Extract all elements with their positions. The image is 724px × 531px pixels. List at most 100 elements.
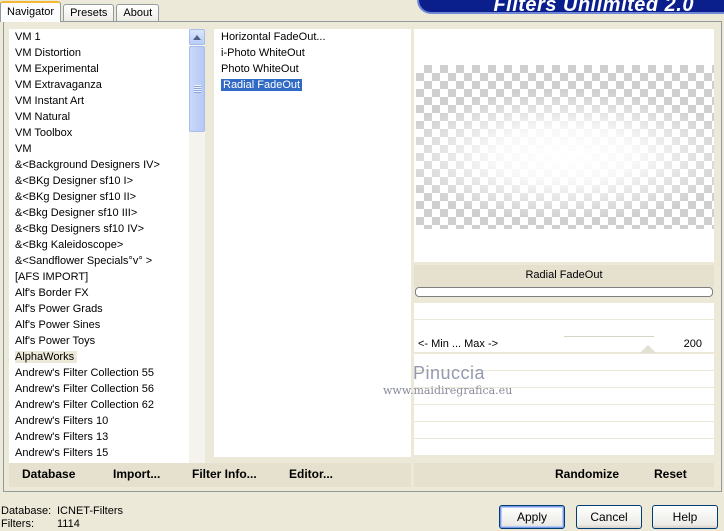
scroll-up-arrow-icon (193, 34, 201, 40)
filter-info-button[interactable]: Filter Info... (192, 467, 257, 481)
apply-button[interactable]: Apply (499, 505, 565, 529)
category-item[interactable]: VM 1 (9, 29, 189, 45)
category-item[interactable]: &<Background Designers IV> (9, 157, 189, 173)
category-item[interactable]: VM (9, 141, 189, 157)
category-item[interactable]: &<Sandflower Specials°v° > (9, 253, 189, 269)
category-item[interactable]: Andrew's Filters 10 (9, 413, 189, 429)
tab-presets[interactable]: Presets (63, 4, 115, 22)
category-item[interactable]: VM Experimental (9, 61, 189, 77)
slider-row-empty (414, 320, 714, 337)
category-item-label: &<Sandflower Specials°v° > (15, 255, 153, 267)
slider-track (564, 336, 654, 337)
category-item-label: VM (15, 143, 32, 155)
watermark-name: Pinuccia (413, 363, 486, 383)
category-item[interactable]: Andrew's Filter Collection 55 (9, 365, 189, 381)
filter-item[interactable]: Radial FadeOut (214, 77, 411, 93)
filter-item-label: Radial FadeOut (219, 78, 304, 92)
category-item[interactable]: Alf's Power Sines (9, 317, 189, 333)
category-item-label: &<Bkg Kaleidoscope> (15, 239, 124, 251)
category-item[interactable]: VM Natural (9, 109, 189, 125)
category-item-label: VM Experimental (15, 63, 99, 75)
status-filters-label: Filters: (1, 518, 34, 530)
filter-item-label: Photo WhiteOut (221, 63, 299, 75)
category-item-label: Alf's Border FX (15, 287, 89, 299)
status-database-label: Database: (1, 505, 52, 517)
category-item-label: &<BKg Designer sf10 I> (15, 175, 134, 187)
category-item[interactable]: Andrew's Filter Collection 56 (9, 381, 189, 397)
category-item[interactable]: Andrew's Filters 15 (9, 445, 189, 461)
category-item-label: Alf's Power Sines (15, 319, 101, 331)
category-item[interactable]: Alf's Power Grads (9, 301, 189, 317)
status-database-value: ICNET-Filters (57, 505, 123, 517)
category-item[interactable]: VM Extravaganza (9, 77, 189, 93)
tab-strip: Navigator Presets About (0, 0, 161, 22)
scroll-up-button[interactable] (189, 29, 205, 45)
slider-label: <- Min ... Max -> (418, 338, 499, 350)
category-item-label: &<Bkg Designers sf10 IV> (15, 223, 145, 235)
database-button[interactable]: Database (22, 467, 75, 481)
filter-item-label: Horizontal FadeOut... (221, 31, 326, 43)
category-scrollbar[interactable] (189, 29, 205, 484)
filter-item[interactable]: Horizontal FadeOut... (214, 29, 411, 45)
category-item[interactable]: VM Distortion (9, 45, 189, 61)
preview-image (416, 65, 714, 229)
help-button[interactable]: Help (652, 505, 718, 529)
slider-row-main[interactable]: <- Min ... Max -> 200 (414, 336, 714, 353)
category-item-label: Andrew's Filter Collection 55 (15, 367, 155, 379)
category-item[interactable]: Andrew's Filter Collection 62 (9, 397, 189, 413)
category-item[interactable]: &<Bkg Designer sf10 III> (9, 205, 189, 221)
category-item[interactable]: Andrew's Filters 13 (9, 429, 189, 445)
app-logo-text: Filters Unlimited 2.0 (493, 0, 694, 14)
tab-navigator[interactable]: Navigator (0, 1, 62, 22)
status-filters: Filters: 1114 (1, 518, 80, 530)
tab-about[interactable]: About (116, 4, 160, 22)
category-item[interactable]: VM Toolbox (9, 125, 189, 141)
category-item[interactable]: Alf's Power Toys (9, 333, 189, 349)
category-item-label: AlphaWorks (15, 351, 78, 363)
progress-bar (415, 287, 713, 297)
category-item[interactable]: AlphaWorks (9, 349, 189, 365)
slider-value: 200 (683, 338, 702, 350)
slider-thumb[interactable] (640, 345, 656, 353)
category-item[interactable]: [AFS IMPORT] (9, 269, 189, 285)
category-item-label: Alf's Power Toys (15, 335, 96, 347)
editor-button[interactable]: Editor... (289, 467, 333, 481)
category-item-label: Andrew's Filters 10 (15, 415, 109, 427)
slider-row-empty (414, 405, 714, 422)
category-item[interactable]: &<Bkg Kaleidoscope> (9, 237, 189, 253)
slider-row-empty (414, 439, 714, 456)
category-item[interactable]: &<BKg Designer sf10 I> (9, 173, 189, 189)
category-item-label: VM Instant Art (15, 95, 85, 107)
app-logo: Filters Unlimited 2.0 (417, 0, 724, 14)
navigator-panel: VM 1 VM Distortion VM Experimental VM Extra… (3, 21, 722, 492)
category-item-label: VM 1 (15, 31, 41, 43)
category-item-label: Andrew's Filter Collection 56 (15, 383, 155, 395)
slider-row-empty (414, 303, 714, 320)
randomize-button[interactable]: Randomize (555, 467, 619, 481)
filter-item[interactable]: Photo WhiteOut (214, 61, 411, 77)
cancel-button[interactable]: Cancel (576, 505, 642, 529)
filter-title: Radial FadeOut (414, 265, 714, 287)
category-item-label: Andrew's Filter Collection 62 (15, 399, 155, 411)
radial-fade-preview (416, 65, 714, 229)
category-item-label: [AFS IMPORT] (15, 271, 89, 283)
right-toolbar: Randomize Reset (414, 463, 714, 487)
category-item[interactable]: &<BKg Designer sf10 II> (9, 189, 189, 205)
filter-list[interactable]: Horizontal FadeOut... i-Photo WhiteOut Pho… (214, 29, 411, 457)
status-database: Database: ICNET-Filters (1, 505, 123, 517)
scroll-thumb[interactable] (189, 46, 205, 132)
category-item-label: VM Natural (15, 111, 71, 123)
category-item-label: &<Background Designers IV> (15, 159, 160, 171)
category-item[interactable]: Alf's Border FX (9, 285, 189, 301)
category-list[interactable]: VM 1 VM Distortion VM Experimental VM Extra… (9, 29, 189, 484)
filter-item-label: i-Photo WhiteOut (221, 47, 305, 59)
reset-button[interactable]: Reset (654, 467, 687, 481)
filter-item[interactable]: i-Photo WhiteOut (214, 45, 411, 61)
left-toolbar: Database Import... Filter Info... Editor… (9, 463, 411, 487)
category-item-label: &<Bkg Designer sf10 III> (15, 207, 138, 219)
category-item[interactable]: VM Instant Art (9, 93, 189, 109)
category-item-label: Andrew's Filters 15 (15, 447, 109, 459)
import-button[interactable]: Import... (113, 467, 160, 481)
status-filters-value: 1114 (57, 518, 80, 530)
category-item[interactable]: &<Bkg Designers sf10 IV> (9, 221, 189, 237)
